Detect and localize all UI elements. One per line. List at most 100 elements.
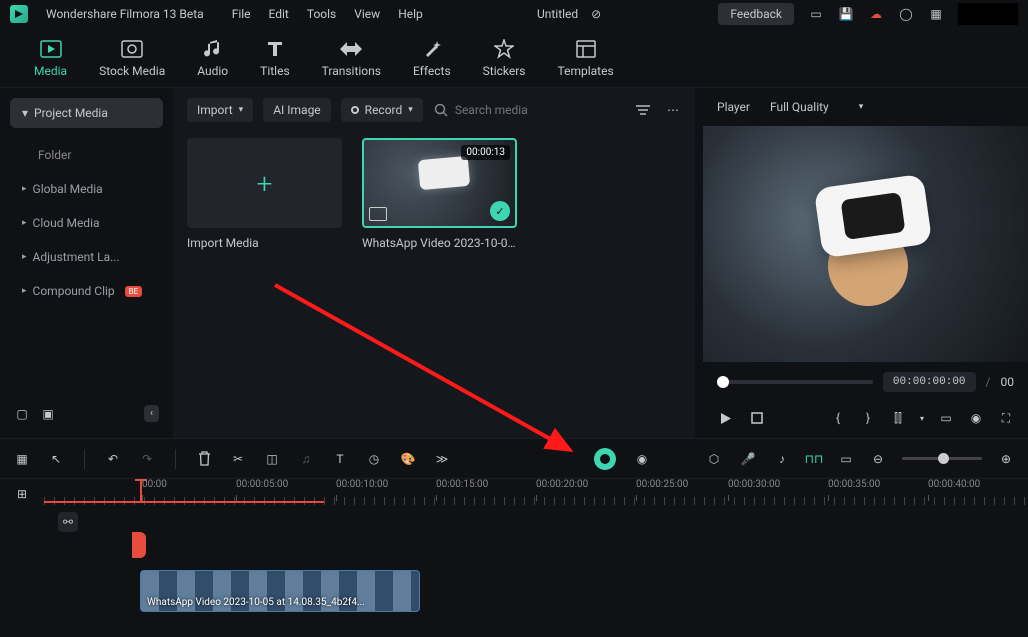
menu-edit[interactable]: Edit (269, 7, 289, 21)
ruler-tick: 00:00 (142, 479, 167, 490)
tab-stickers[interactable]: Stickers (467, 32, 542, 84)
project-media-button[interactable]: ▾ Project Media (10, 98, 163, 128)
zoom-out-icon[interactable]: ⊖ (870, 451, 886, 467)
templates-icon (576, 38, 596, 60)
chevron-down-icon: ▾ (408, 105, 413, 115)
project-name[interactable]: Untitled (537, 7, 578, 21)
stop-button[interactable] (749, 410, 765, 426)
import-media-placeholder[interactable]: + (187, 138, 342, 228)
stickers-icon (494, 38, 514, 60)
sidebar-item-global-media[interactable]: ▸ Global Media (10, 172, 163, 206)
chevron-down-icon: ▾ (22, 106, 28, 120)
sidebar-item-compound-clip[interactable]: ▸ Compound Clip BE (10, 274, 163, 308)
save-icon[interactable]: 💾 (838, 6, 854, 22)
crop-icon[interactable]: ◫ (264, 451, 280, 467)
search-media-input[interactable] (455, 103, 625, 117)
redo-icon[interactable]: ↷ (139, 451, 155, 467)
tab-media[interactable]: Media (18, 32, 83, 84)
tab-stock-media[interactable]: Stock Media (83, 32, 181, 84)
chevron-right-icon: ▸ (22, 252, 27, 262)
chevron-right-icon: ▸ (22, 286, 27, 296)
play-button[interactable] (717, 410, 733, 426)
transitions-icon (340, 38, 362, 60)
record-dropdown[interactable]: Record ▾ (341, 98, 423, 122)
headphones-icon[interactable]: ◯ (898, 6, 914, 22)
preview-viewport[interactable] (703, 126, 1028, 362)
chevron-down-icon[interactable]: ▾ (920, 414, 924, 423)
add-track-icon[interactable]: ⊞ (14, 486, 30, 502)
ruler-tick: 00:00:25:00 (636, 479, 688, 490)
snapshot-icon[interactable]: ◉ (968, 410, 984, 426)
zoom-handle[interactable] (938, 453, 949, 464)
menu-help[interactable]: Help (398, 7, 423, 21)
tab-effects[interactable]: Effects (397, 32, 467, 84)
grid-icon[interactable]: ▦ (14, 451, 30, 467)
menu-file[interactable]: File (232, 7, 251, 21)
apps-grid-icon[interactable]: ▦ (928, 6, 944, 22)
ruler-tick: 00:00:05:00 (236, 479, 288, 490)
fit-icon[interactable]: ▭ (838, 451, 854, 467)
link-tracks-icon[interactable]: ⚯ (58, 512, 78, 532)
render-progress-line (44, 501, 324, 503)
undo-icon[interactable]: ↶ (105, 451, 121, 467)
ratio-icon[interactable]: ⫿⫿ (890, 410, 906, 426)
chevron-down-icon: ▾ (239, 105, 244, 115)
expand-icon[interactable]: ⛶ (998, 410, 1014, 426)
import-dropdown[interactable]: Import ▾ (187, 98, 253, 122)
render-preview-icon[interactable]: ◉ (634, 451, 650, 467)
voiceover-icon[interactable]: 🎤 (740, 451, 756, 467)
color-icon[interactable]: 🎨 (400, 451, 416, 467)
timeline-tracks-area[interactable]: WhatsApp Video 2023-10-05 at 14.08.35_4b… (0, 532, 1028, 637)
split-icon[interactable]: ✂ (230, 451, 246, 467)
tab-audio[interactable]: Audio (181, 32, 244, 84)
menu-tools[interactable]: Tools (307, 7, 336, 21)
filter-icon[interactable] (635, 102, 651, 118)
duration-badge: 00:00:13 (461, 145, 510, 160)
cursor-tool-icon[interactable]: ↖ (48, 451, 64, 467)
ai-assistant-icon[interactable] (594, 448, 616, 470)
current-timecode: 00:00:00:00 (883, 372, 976, 392)
zoom-slider[interactable] (902, 457, 982, 460)
delete-icon[interactable] (196, 451, 212, 467)
magnet-icon[interactable]: ⊓⊓ (806, 451, 822, 467)
collapse-sidebar-button[interactable]: ‹ (144, 405, 159, 422)
tab-titles[interactable]: Titles (244, 32, 305, 84)
ruler-tick: 00:00:35:00 (828, 479, 880, 490)
sidebar-item-adjustment-layer[interactable]: ▸ Adjustment La... (10, 240, 163, 274)
cloud-upload-icon[interactable]: ☁ (868, 6, 884, 22)
scrub-handle[interactable] (717, 376, 729, 388)
tab-templates[interactable]: Templates (542, 32, 630, 84)
titles-icon (266, 38, 284, 60)
clip-label: WhatsApp Video 2023-10-05 at 14.08.35_4b… (147, 597, 365, 608)
tab-transitions[interactable]: Transitions (306, 32, 397, 84)
used-check-icon: ✓ (490, 201, 510, 221)
media-clip-thumbnail[interactable]: 00:00:13 ✓ (362, 138, 517, 228)
feedback-button[interactable]: Feedback (718, 3, 794, 25)
display-icon[interactable]: ▭ (938, 410, 954, 426)
scrub-bar[interactable] (717, 380, 873, 384)
new-bin-icon[interactable]: ▣ (40, 406, 56, 422)
account-area[interactable] (958, 3, 1018, 25)
new-folder-icon[interactable]: ▢ (14, 406, 30, 422)
ruler-tick: 00:00:40:00 (928, 479, 980, 490)
zoom-in-icon[interactable]: ⊕ (998, 451, 1014, 467)
sidebar-item-cloud-media[interactable]: ▸ Cloud Media (10, 206, 163, 240)
timeline-ruler[interactable]: 00:00 00:00:05:00 00:00:10:00 00:00:15:0… (44, 479, 1028, 508)
sidebar-item-folder[interactable]: Folder (10, 138, 163, 172)
audio-mixer-icon[interactable]: ♪ (774, 451, 790, 467)
menu-view[interactable]: View (354, 7, 380, 21)
marker-icon[interactable]: ⬡ (706, 451, 722, 467)
more-options-icon[interactable]: ⋯ (665, 102, 681, 118)
mark-out-icon[interactable]: } (860, 410, 876, 426)
more-tools-icon[interactable]: ≫ (434, 451, 450, 467)
mark-in-icon[interactable]: { (830, 410, 846, 426)
track-start-marker[interactable] (132, 532, 146, 558)
media-clip-label: WhatsApp Video 2023-10-05... (362, 236, 517, 250)
quality-dropdown[interactable]: Full Quality ▾ (770, 100, 863, 114)
ai-image-button[interactable]: AI Image (263, 98, 330, 122)
monitor-icon[interactable]: ▭ (808, 6, 824, 22)
speed-icon[interactable]: ◷ (366, 451, 382, 467)
timeline-clip[interactable]: WhatsApp Video 2023-10-05 at 14.08.35_4b… (140, 570, 420, 612)
text-icon[interactable]: T (332, 451, 348, 467)
music-icon[interactable]: ♫ (298, 451, 314, 467)
